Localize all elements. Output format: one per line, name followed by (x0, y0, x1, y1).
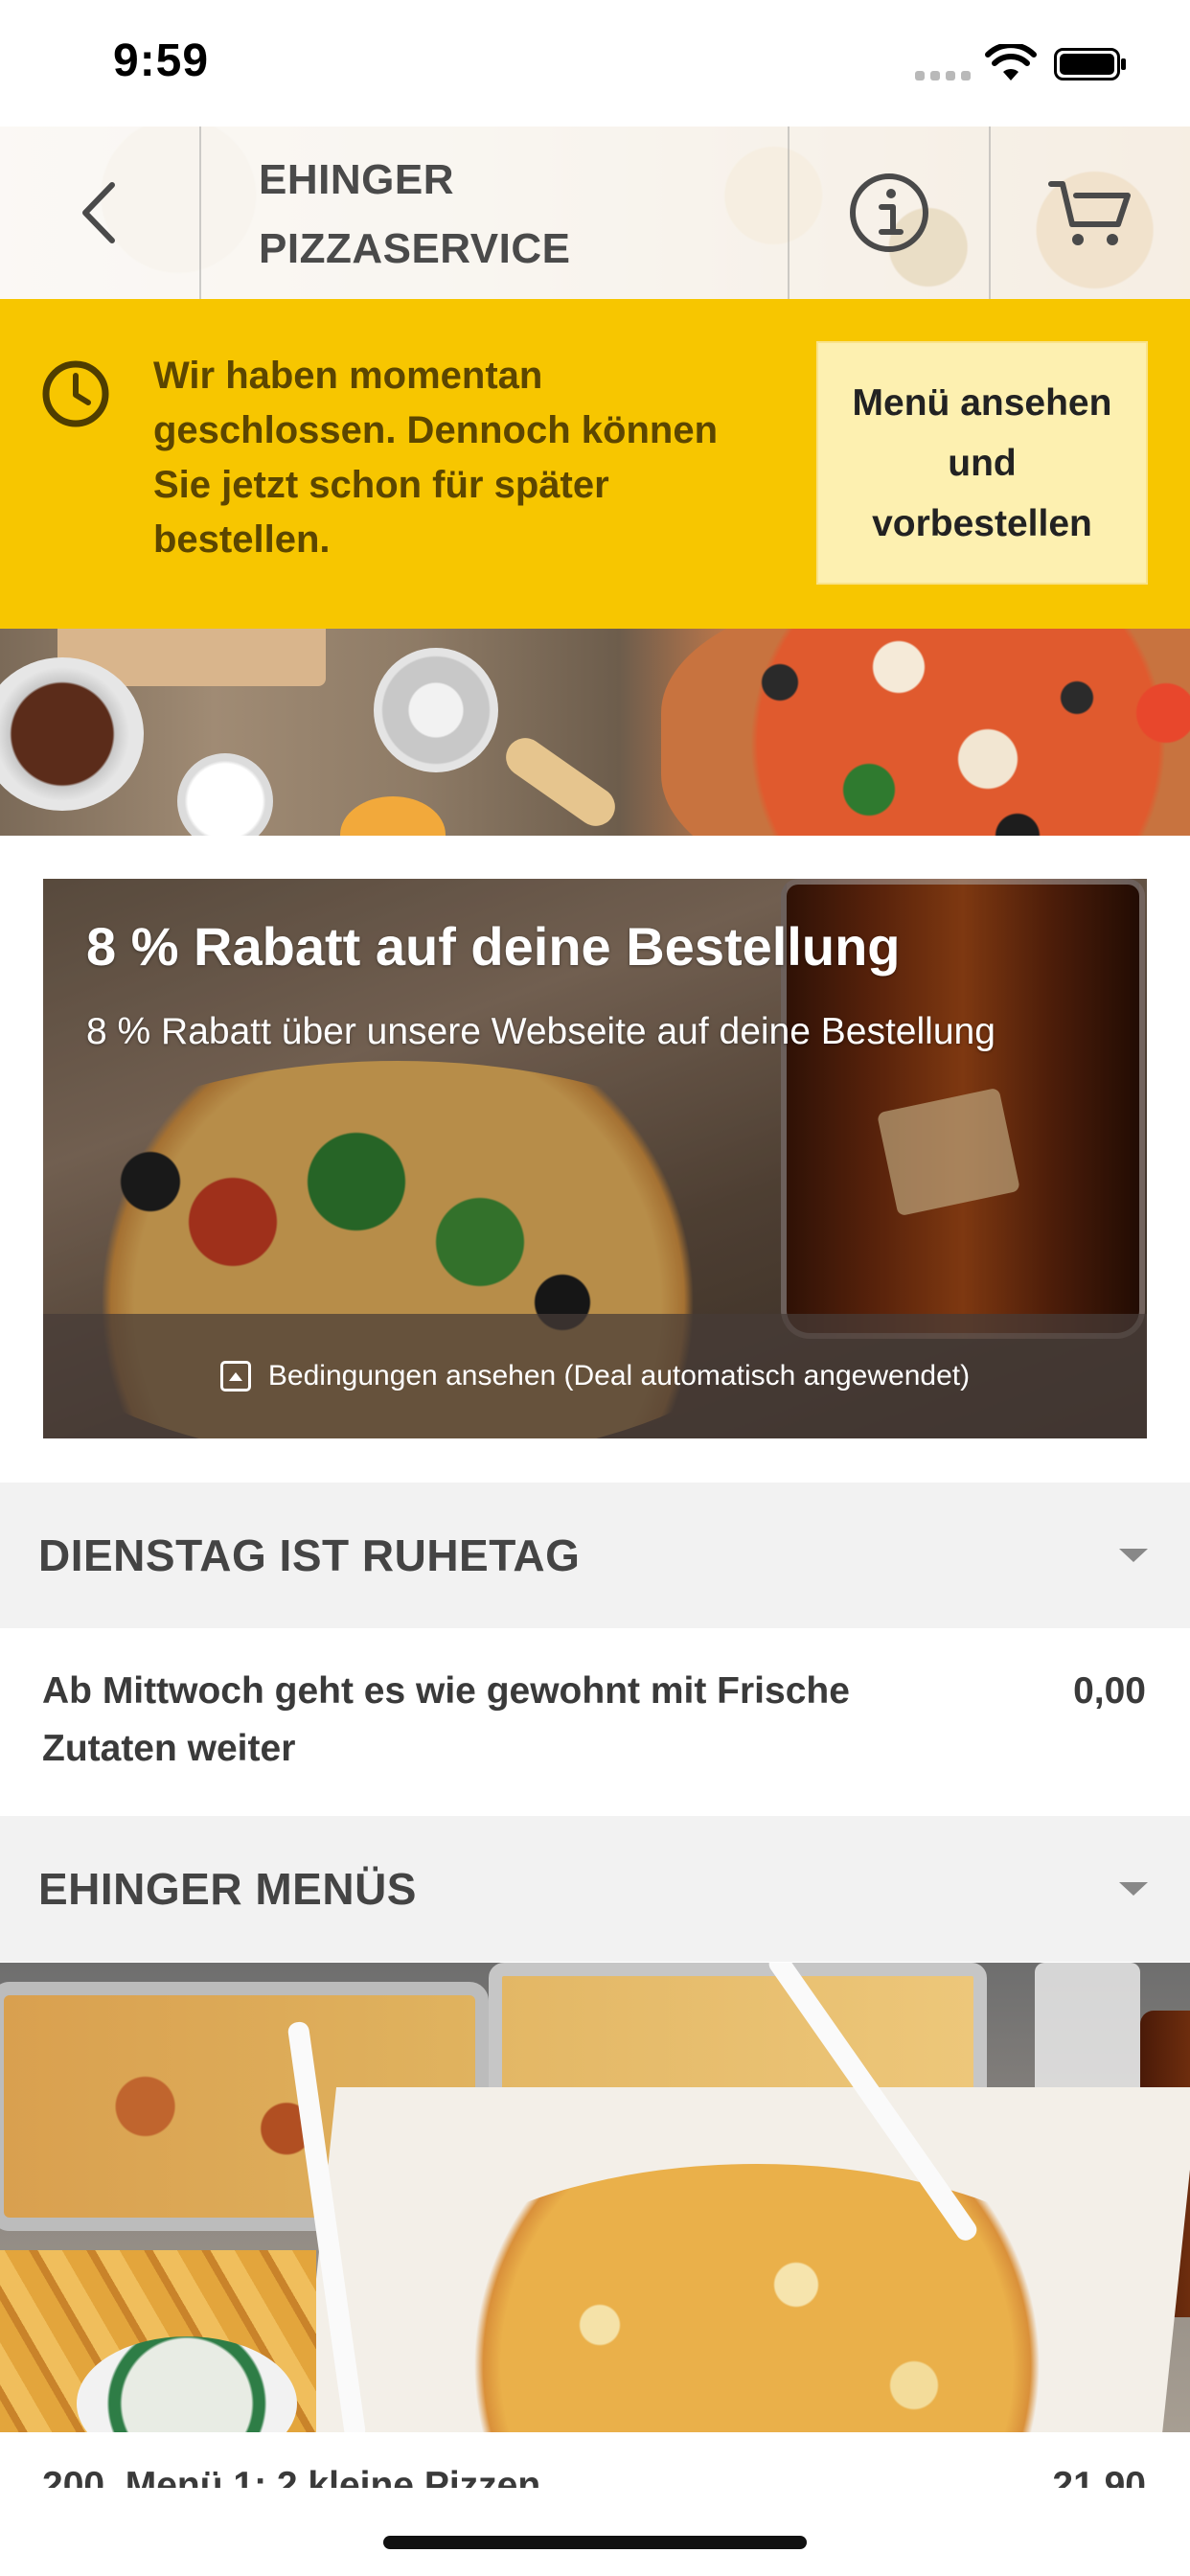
restaurant-hero-image (0, 629, 1190, 836)
closed-notice-text: Wir haben momentan geschlossen. Dennoch … (153, 355, 719, 561)
status-bar: 9:59 (0, 0, 1190, 126)
cart-button[interactable] (991, 126, 1190, 299)
category-header-ruhetag[interactable]: DIENSTAG IST RUHETAG (0, 1483, 1190, 1628)
status-time: 9:59 (113, 35, 210, 86)
header-divider (199, 126, 201, 299)
battery-icon (1054, 48, 1126, 80)
wifi-icon (985, 44, 1037, 80)
menu-item[interactable]: Ab Mittwoch geht es wie gewohnt mit Fris… (0, 1628, 1190, 1816)
cart-icon (1048, 181, 1131, 245)
discount-deal-card[interactable]: 8 % Rabatt auf deine Bestellung 8 % Raba… (43, 879, 1147, 1438)
bottom-safe-area (0, 2488, 1190, 2576)
category-title: EHINGER MENÜS (38, 1864, 417, 1914)
closed-notice-banner: Wir haben momentan geschlossen. Dennoch … (0, 299, 1190, 629)
home-indicator[interactable] (383, 2536, 807, 2549)
category-title: DIENSTAG IST RUHETAG (38, 1530, 581, 1580)
restaurant-name: EHINGER PIZZASERVICE (259, 156, 571, 272)
cellular-signal-icon (915, 71, 971, 80)
expand-up-icon (219, 1361, 251, 1392)
info-circle-icon (850, 173, 928, 252)
deal-conditions-link[interactable]: Bedingungen ansehen (Deal automatisch an… (43, 1314, 1147, 1438)
category-image (0, 1963, 1190, 2432)
chevron-down-icon (1119, 1549, 1148, 1562)
chevron-down-icon (1119, 1882, 1148, 1896)
info-button[interactable] (790, 126, 989, 299)
preorder-menu-button[interactable]: Menü ansehen und vorbestellen (816, 341, 1148, 585)
clock-icon (42, 360, 109, 427)
restaurant-header: EHINGER PIZZASERVICE (0, 126, 1190, 299)
deal-subtitle: 8 % Rabatt über unsere Webseite auf dein… (86, 1011, 995, 1052)
deal-conditions-label: Bedingungen ansehen (Deal automatisch an… (267, 1360, 971, 1392)
category-header-ehinger-menus[interactable]: EHINGER MENÜS (0, 1816, 1190, 1962)
menu-item-name: Ab Mittwoch geht es wie gewohnt mit Fris… (42, 1670, 850, 1769)
deal-title: 8 % Rabatt auf deine Bestellung (86, 916, 901, 977)
menu-item-price: 0,00 (1073, 1670, 1146, 1712)
back-button[interactable] (0, 126, 199, 299)
chevron-left-icon (82, 182, 115, 243)
